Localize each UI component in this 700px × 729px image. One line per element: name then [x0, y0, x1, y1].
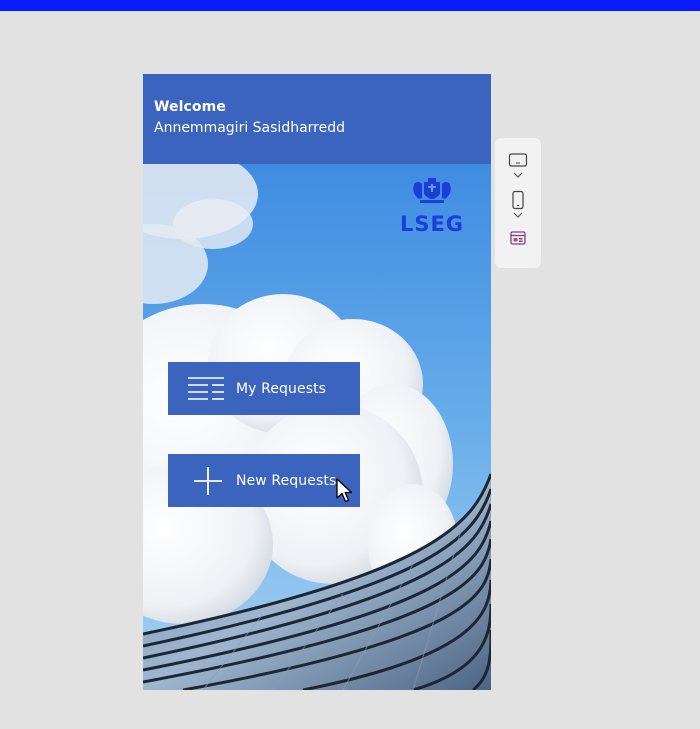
device-preview-panel: [495, 138, 541, 268]
app-window-icon[interactable]: [508, 230, 528, 246]
new-requests-label: New Requests: [236, 472, 337, 489]
plus-icon: [190, 466, 226, 495]
background-image: [143, 164, 491, 690]
list-icon: [188, 375, 224, 403]
logo-text: LSEG: [399, 212, 465, 236]
user-name: Annemmagiri Sasidharredd: [154, 120, 345, 136]
top-accent-bar: [0, 0, 700, 11]
my-requests-label: My Requests: [236, 380, 327, 397]
welcome-header: Welcome Annemmagiri Sasidharredd: [143, 74, 491, 164]
chevron-down-icon[interactable]: [508, 210, 528, 220]
chevron-down-icon[interactable]: [508, 170, 528, 180]
mouse-cursor-icon: [336, 478, 353, 503]
my-requests-button[interactable]: My Requests: [168, 362, 360, 415]
lseg-logo: LSEG: [399, 178, 465, 236]
new-requests-button[interactable]: New Requests: [168, 454, 360, 507]
welcome-title: Welcome: [154, 99, 226, 115]
phone-portrait-icon[interactable]: [508, 190, 528, 210]
coat-of-arms-icon: [413, 178, 451, 203]
tablet-landscape-icon[interactable]: [508, 152, 528, 168]
app-preview-screen: Welcome Annemmagiri Sasidharredd LSEG My…: [143, 74, 491, 690]
